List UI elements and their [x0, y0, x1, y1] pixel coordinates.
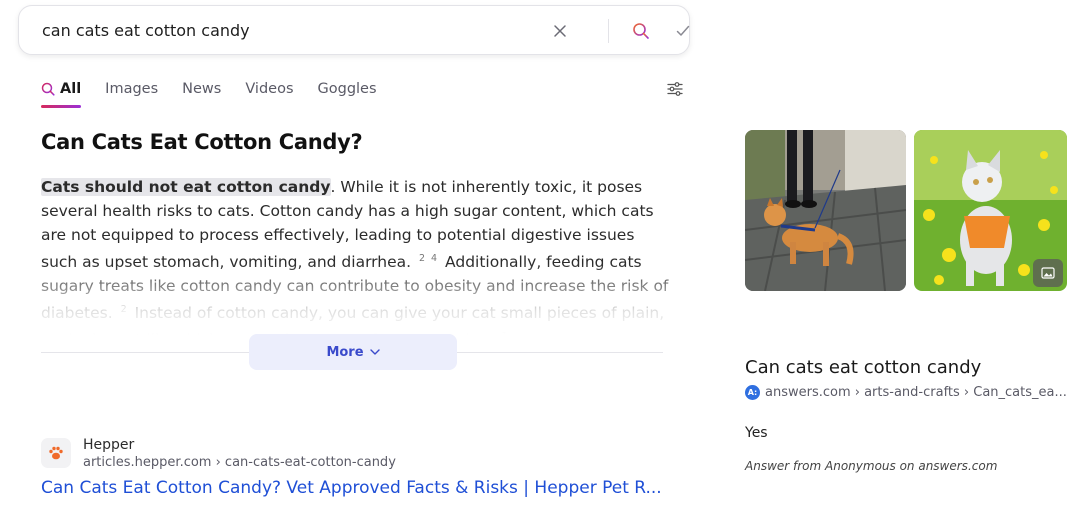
more-label: More: [326, 344, 364, 360]
tab-news[interactable]: News: [182, 78, 221, 100]
answers-logo-icon: A:: [745, 385, 760, 400]
search-divider: [608, 19, 609, 43]
tab-goggles[interactable]: Goggles: [318, 78, 377, 100]
cat-on-leash-image[interactable]: [745, 130, 906, 291]
tab-all[interactable]: All: [41, 78, 82, 108]
filter-settings-icon[interactable]: [665, 79, 685, 99]
site-url[interactable]: articles.hepper.com › can-cats-eat-cotto…: [83, 455, 396, 470]
citation-link[interactable]: 4: [431, 253, 437, 264]
tab-videos[interactable]: Videos: [245, 78, 293, 100]
citation-link[interactable]: 2: [419, 253, 425, 264]
answer-highlight: Cats should not eat cotton candy: [41, 178, 331, 196]
search-bar: can cats eat cotton candy: [18, 5, 690, 55]
citation-link[interactable]: 1: [502, 331, 508, 335]
answer-title: Can Cats Eat Cotton Candy?: [41, 130, 363, 154]
result-title-link[interactable]: Can Cats Eat Cotton Candy? Vet Approved …: [41, 478, 662, 498]
tab-images[interactable]: Images: [105, 78, 158, 100]
image-icon[interactable]: [1033, 259, 1063, 287]
result-tabs: All Images News Videos Goggles: [41, 78, 401, 108]
citation-link[interactable]: 2: [121, 304, 127, 315]
search-input[interactable]: can cats eat cotton candy: [42, 21, 250, 40]
tab-label: All: [60, 81, 82, 97]
search-icon: [41, 82, 55, 96]
answer-body: Cats should not eat cotton candy. While …: [41, 175, 671, 335]
chevron-down-icon: [369, 349, 380, 355]
check-icon[interactable]: [671, 19, 695, 43]
clear-icon[interactable]: [549, 20, 571, 42]
search-icon[interactable]: [629, 19, 653, 43]
answer-text: Instead of cotton candy, you can give yo…: [41, 304, 665, 335]
panel-source-url: answers.com › arts-and-crafts › Can_cats…: [765, 385, 1067, 400]
panel-source[interactable]: A: answers.com › arts-and-crafts › Can_c…: [745, 385, 1067, 400]
more-button[interactable]: More: [249, 334, 457, 370]
paw-icon: [41, 438, 71, 468]
panel-credit: Answer from Anonymous on answers.com: [745, 459, 998, 473]
cat-in-flowers-image[interactable]: [914, 130, 1067, 291]
panel-answer: Yes: [745, 425, 768, 441]
panel-title[interactable]: Can cats eat cotton candy: [745, 357, 981, 378]
site-name: Hepper: [83, 437, 135, 453]
